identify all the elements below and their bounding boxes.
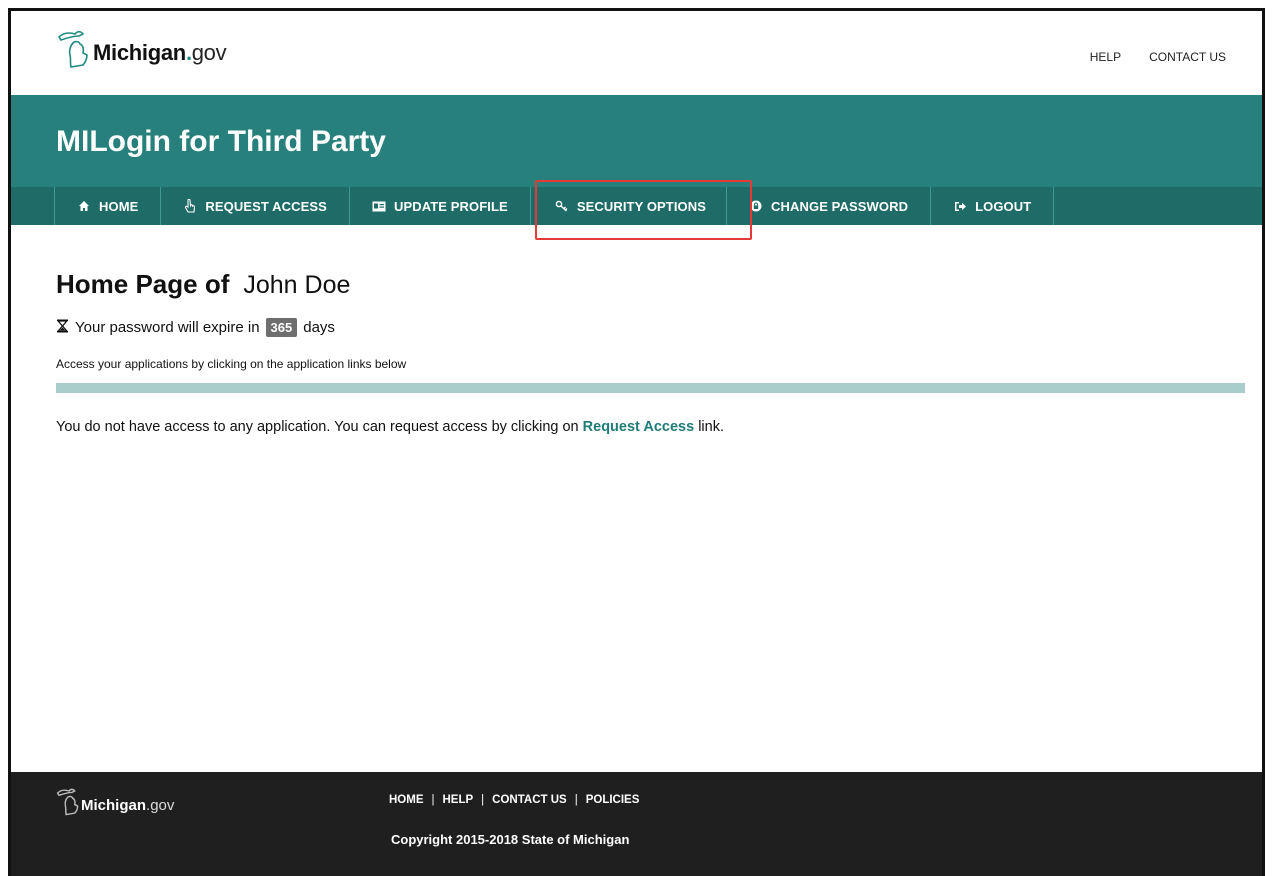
lock-icon [749, 199, 763, 213]
nav-item-label: REQUEST ACCESS [205, 198, 327, 214]
nav-item-label: CHANGE PASSWORD [771, 198, 909, 214]
top-header: Michigan.gov HELP CONTACT US [11, 11, 1262, 95]
top-links: HELP CONTACT US [1090, 50, 1226, 64]
password-expiry: Your password will expire in 365 days [56, 318, 335, 337]
expiry-suffix: days [303, 319, 335, 336]
footer-contact-us-link[interactable]: CONTACT US [492, 794, 567, 806]
nav-item-change-password[interactable]: CHANGE PASSWORD [727, 187, 932, 225]
logo-text: Michigan.gov [93, 40, 227, 65]
michigan-gov-logo[interactable]: Michigan.gov [53, 27, 227, 69]
id-card-icon [372, 199, 386, 213]
home-icon [77, 199, 91, 213]
footer-logo-text: Michigan.gov [81, 797, 175, 814]
message-prefix: You do not have access to any applicatio… [56, 419, 579, 435]
contact-us-link[interactable]: CONTACT US [1149, 50, 1226, 64]
footer-separator: | [574, 794, 578, 806]
page-title: Home Page of John Doe [56, 269, 350, 300]
main-nav: HOME REQUEST ACCESS UPDATE PROFILE SECUR… [54, 187, 1055, 225]
nav-item-request-access[interactable]: REQUEST ACCESS [161, 187, 350, 225]
hourglass-icon [56, 319, 69, 337]
nav-item-label: UPDATE PROFILE [393, 198, 508, 214]
expiry-prefix: Your password will expire in [75, 319, 260, 336]
nav-item-security-options[interactable]: SECURITY OPTIONS [531, 187, 728, 225]
nav-item-update-profile[interactable]: UPDATE PROFILE [350, 187, 531, 225]
nav-item-home[interactable]: HOME [55, 187, 162, 225]
copyright-text: Copyright 2015-2018 State of Michigan [391, 832, 630, 847]
nav-item-label: SECURITY OPTIONS [576, 198, 707, 214]
section-divider [56, 383, 1245, 393]
page-title-prefix: Home Page of [56, 269, 230, 299]
footer-home-link[interactable]: HOME [389, 794, 424, 806]
access-note: Access your applications by clicking on … [56, 357, 407, 371]
app-title: MILogin for Third Party [56, 125, 386, 158]
footer-help-link[interactable]: HELP [443, 794, 474, 806]
hand-pointer-icon [183, 199, 197, 213]
key-icon [555, 199, 569, 213]
user-name: John Doe [243, 271, 351, 299]
help-link[interactable]: HELP [1090, 50, 1121, 64]
michigan-state-icon [57, 30, 88, 68]
footer-policies-link[interactable]: POLICIES [586, 794, 640, 806]
page-frame: Michigan.gov HELP CONTACT US MILogin for… [8, 8, 1265, 876]
footer-links: HOME | HELP | CONTACT US | POLICIES [389, 794, 639, 806]
footer-michigan-gov-logo[interactable]: Michigan.gov [53, 786, 174, 816]
page-footer: Michigan.gov HOME | HELP | CONTACT US | … [11, 772, 1262, 876]
nav-item-logout[interactable]: LOGOUT [931, 187, 1055, 225]
sign-out-icon [953, 199, 967, 213]
footer-separator: | [481, 794, 485, 806]
no-access-message: You do not have access to any applicatio… [56, 419, 724, 435]
message-suffix: link. [698, 419, 724, 435]
footer-separator: | [431, 794, 435, 806]
nav-item-label: HOME [99, 198, 139, 214]
nav-item-label: LOGOUT [975, 198, 1032, 214]
request-access-link[interactable]: Request Access [583, 419, 695, 435]
expiry-days-badge: 365 [265, 318, 298, 337]
